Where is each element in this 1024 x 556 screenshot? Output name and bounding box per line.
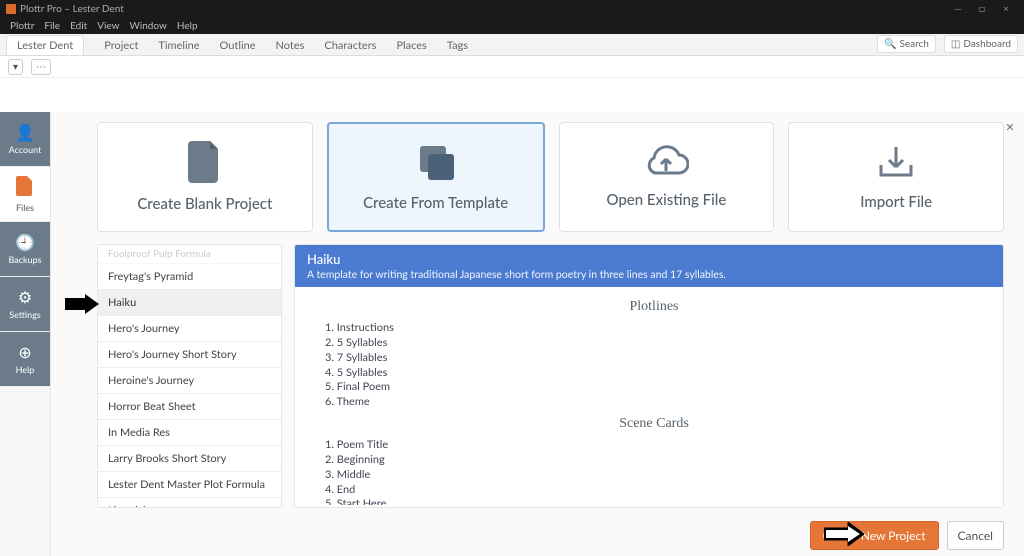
sidebar-label: Files <box>16 202 34 213</box>
sidebar-label: Help <box>16 364 35 375</box>
new-project-modal: 👤 Account Files 🕘 Backups ⚙ Settings ⊕ H… <box>0 112 1024 556</box>
sidebar-label: Settings <box>9 309 41 320</box>
filter-button[interactable]: ▾ <box>8 59 23 75</box>
sidebar-label: Backups <box>8 254 41 265</box>
template-description: A template for writing traditional Japan… <box>307 269 991 281</box>
sidebar-item-files[interactable]: Files <box>0 167 50 222</box>
title-bar: Plottr Pro – Lester Dent — □ × <box>0 0 1024 18</box>
card-label: Open Existing File <box>606 191 726 209</box>
menu-item[interactable]: File <box>44 20 60 32</box>
template-list[interactable]: Foolproof Pulp Formula Freytag's Pyramid… <box>97 244 282 508</box>
card-label: Create Blank Project <box>137 195 272 213</box>
nav-tab[interactable]: Project <box>104 39 138 52</box>
list-item: 3. Middle <box>325 468 983 483</box>
list-item: 2. Beginning <box>325 453 983 468</box>
nav-tab[interactable]: Places <box>396 39 426 52</box>
dashboard-button[interactable]: ◫ Dashboard <box>944 35 1018 53</box>
list-item: 4. 5 Syllables <box>325 366 983 381</box>
list-item: 6. Theme <box>325 395 983 410</box>
file-icon <box>16 176 34 200</box>
gear-icon: ⚙ <box>18 288 32 307</box>
menu-item[interactable]: Help <box>177 20 198 32</box>
close-icon[interactable]: × <box>1006 118 1014 135</box>
card-open-existing[interactable]: Open Existing File <box>559 122 775 232</box>
menu-item[interactable]: Edit <box>70 20 87 32</box>
nav-tab[interactable]: Tags <box>447 39 468 52</box>
search-button[interactable]: 🔍 Search <box>877 35 936 53</box>
modal-footer: Create New Project Cancel <box>51 514 1024 556</box>
app-icon <box>6 4 16 14</box>
template-item[interactable]: Hero's Journey Short Story <box>98 342 281 368</box>
template-item-selected[interactable]: Haiku <box>98 290 281 316</box>
list-item: 5. Final Poem <box>325 380 983 395</box>
create-options-row: Create Blank Project Create From Templat… <box>51 112 1024 232</box>
template-item[interactable]: Horror Beat Sheet <box>98 394 281 420</box>
menu-item[interactable]: Window <box>130 20 167 32</box>
list-item: 1. Poem Title <box>325 438 983 453</box>
list-item: 5. Start Here <box>325 497 983 505</box>
list-item: 2. 5 Syllables <box>325 336 983 351</box>
template-item[interactable]: Foolproof Pulp Formula <box>98 245 281 264</box>
template-detail: Haiku A template for writing traditional… <box>294 244 1004 508</box>
template-item[interactable]: Heroine's Journey <box>98 368 281 394</box>
template-title: Haiku <box>307 251 991 267</box>
modal-sidebar: 👤 Account Files 🕘 Backups ⚙ Settings ⊕ H… <box>0 112 50 556</box>
window-close-button[interactable]: × <box>994 3 1018 15</box>
section-heading: Plotlines <box>325 299 983 315</box>
cancel-button[interactable]: Cancel <box>947 521 1004 550</box>
search-label: Search <box>899 38 928 50</box>
dashboard-label: Dashboard <box>963 38 1011 50</box>
nav-tab[interactable]: Timeline <box>158 39 199 52</box>
help-icon: ⊕ <box>18 343 31 362</box>
window-minimize-button[interactable]: — <box>946 3 970 15</box>
template-detail-header: Haiku A template for writing traditional… <box>295 245 1003 287</box>
card-import-file[interactable]: Import File <box>788 122 1004 232</box>
section-heading: Scene Cards <box>325 416 983 432</box>
template-item[interactable]: Lester Dent Master Plot Formula <box>98 472 281 498</box>
nav-tab[interactable]: Outline <box>220 39 256 52</box>
window-title: Plottr Pro – Lester Dent <box>20 3 124 15</box>
card-label: Create From Template <box>363 194 508 212</box>
card-create-blank[interactable]: Create Blank Project <box>97 122 313 232</box>
list-item: 1. Instructions <box>325 321 983 336</box>
template-icon <box>416 142 456 186</box>
modal-main: × Create Blank Project Create From Templ… <box>50 112 1024 556</box>
template-item[interactable]: Limerick <box>98 498 281 508</box>
more-button[interactable]: ⋯ <box>31 59 51 75</box>
card-create-from-template[interactable]: Create From Template <box>327 122 545 232</box>
template-item[interactable]: Freytag's Pyramid <box>98 264 281 290</box>
card-label: Import File <box>860 193 932 211</box>
clock-icon: 🕘 <box>15 233 35 252</box>
template-item[interactable]: In Media Res <box>98 420 281 446</box>
window-maximize-button[interactable]: □ <box>970 3 994 15</box>
user-icon: 👤 <box>15 123 35 142</box>
template-item[interactable]: Hero's Journey <box>98 316 281 342</box>
nav-tab[interactable]: Notes <box>276 39 305 52</box>
workspace: L N 👤 Account Files 🕘 Backups ⚙ Settings <box>0 78 1024 556</box>
nav-tab[interactable]: Characters <box>324 39 376 52</box>
menu-bar: Plottr File Edit View Window Help <box>0 18 1024 34</box>
annotation-arrow-icon <box>65 294 99 314</box>
template-detail-body[interactable]: Plotlines 1. Instructions 2. 5 Syllables… <box>295 287 1003 505</box>
project-tab[interactable]: Lester Dent <box>6 35 84 55</box>
menu-item[interactable]: View <box>97 20 119 32</box>
toolbar-row: ▾ ⋯ <box>0 56 1024 78</box>
import-icon <box>875 143 917 185</box>
create-new-project-button[interactable]: Create New Project <box>810 521 939 550</box>
cloud-upload-icon <box>643 145 689 183</box>
list-item: 3. 7 Syllables <box>325 351 983 366</box>
sidebar-item-account[interactable]: 👤 Account <box>0 112 50 167</box>
sidebar-item-settings[interactable]: ⚙ Settings <box>0 277 50 332</box>
sidebar-item-backups[interactable]: 🕘 Backups <box>0 222 50 277</box>
blank-file-icon <box>188 141 222 187</box>
menu-item[interactable]: Plottr <box>10 20 34 32</box>
template-item[interactable]: Larry Brooks Short Story <box>98 446 281 472</box>
sidebar-label: Account <box>9 144 42 155</box>
sidebar-item-help[interactable]: ⊕ Help <box>0 332 50 387</box>
list-item: 4. End <box>325 483 983 498</box>
template-browser: Foolproof Pulp Formula Freytag's Pyramid… <box>97 244 1004 508</box>
project-tabs-row: Lester Dent Project Timeline Outline Not… <box>0 34 1024 56</box>
